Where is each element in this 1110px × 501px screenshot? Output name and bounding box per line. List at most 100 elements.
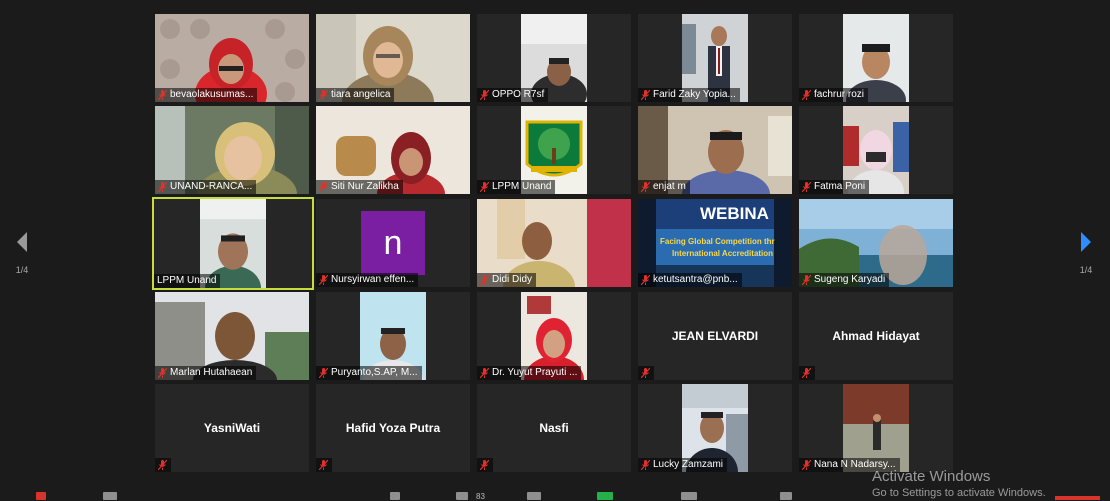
participant-name-bar: Didi Didy: [477, 273, 537, 287]
participant-tile[interactable]: bevaolakusumas...: [155, 14, 309, 102]
participant-name-bar: [799, 366, 815, 380]
unmute-icon[interactable]: [36, 492, 46, 500]
participant-tile[interactable]: enjat m: [638, 106, 792, 194]
participant-name: Marlan Hutahaean: [170, 367, 253, 378]
muted-mic-icon: [158, 368, 167, 378]
video-icon[interactable]: [103, 492, 117, 500]
watermark-title: Activate Windows: [872, 468, 991, 485]
participant-name-center: Hafid Yoza Putra: [345, 421, 441, 435]
participant-name: LPPM Unand: [157, 275, 217, 286]
participant-name: Dr. Yuyut Prayuti ...: [492, 367, 578, 378]
participant-tile[interactable]: Didi Didy: [477, 199, 631, 287]
slide-title: WEBINA: [700, 204, 769, 223]
participant-name: Nursyirwan effen...: [331, 274, 415, 285]
participant-name-bar: [477, 458, 493, 472]
participant-tile[interactable]: Sugeng Karyadi: [799, 199, 953, 287]
chevron-left-icon: [17, 232, 27, 252]
participant-tile[interactable]: WEBINA Facing Global Competition thr Int…: [638, 199, 792, 287]
muted-mic-icon: [319, 275, 328, 285]
participant-tile[interactable]: Ahmad Hidayat: [799, 292, 953, 380]
participant-name-bar: [316, 458, 332, 472]
reactions-icon[interactable]: [780, 492, 792, 500]
participant-tile[interactable]: Siti Nur Zalikha: [316, 106, 470, 194]
participant-tile[interactable]: Marlan Hutahaean: [155, 292, 309, 380]
share-screen-icon[interactable]: [597, 492, 613, 500]
security-icon[interactable]: [390, 492, 400, 500]
muted-mic-icon: [158, 460, 167, 470]
participant-name: bevaolakusumas...: [170, 89, 254, 100]
page-indicator: 1/4: [15, 265, 29, 275]
participant-tile[interactable]: Nasfi: [477, 384, 631, 472]
participant-name: ketutsantra@pnb...: [653, 274, 738, 285]
muted-mic-icon: [641, 368, 650, 378]
participant-name: Didi Didy: [492, 274, 533, 285]
chevron-right-icon: [1081, 232, 1091, 252]
muted-mic-icon: [480, 90, 489, 100]
participant-tile[interactable]: n Nursyirwan effen...: [316, 199, 470, 287]
participant-name-bar: OPPO R7sf: [477, 88, 549, 102]
page-indicator: 1/4: [1079, 265, 1093, 275]
participant-name-bar: Dr. Yuyut Prayuti ...: [477, 366, 582, 380]
participant-name-bar: Lucky Zamzami: [638, 458, 728, 472]
participant-tile[interactable]: Farid Zaky Yopia...: [638, 14, 792, 102]
participant-name: Fatma Poni: [814, 181, 866, 192]
participant-tile[interactable]: Dr. Yuyut Prayuti ...: [477, 292, 631, 380]
muted-mic-icon: [802, 460, 811, 470]
previous-page-button[interactable]: 1/4: [8, 230, 36, 280]
participant-name: Puryanto,S.AP, M...: [331, 367, 418, 378]
participant-name: Lucky Zamzami: [653, 459, 724, 470]
chat-icon[interactable]: [527, 492, 541, 500]
active-speaker-tile[interactable]: LPPM Unand: [152, 197, 314, 290]
participant-name: Farid Zaky Yopia...: [653, 89, 736, 100]
participant-name-bar: Sugeng Karyadi: [799, 273, 890, 287]
muted-mic-icon: [641, 460, 650, 470]
participant-name-bar: LPPM Unand: [477, 180, 556, 194]
record-icon[interactable]: [681, 492, 697, 500]
participant-tile[interactable]: Nana N Nadarsy...: [799, 384, 953, 472]
participant-name-bar: bevaolakusumas...: [155, 88, 258, 102]
participant-name-bar: Fatma Poni: [799, 180, 870, 194]
participant-name: enjat m: [653, 181, 686, 192]
muted-mic-icon: [319, 182, 328, 192]
participant-name-center: Nasfi: [539, 421, 569, 435]
muted-mic-icon: [158, 90, 167, 100]
participant-tile[interactable]: fachrur rozi: [799, 14, 953, 102]
participant-name: tiara angelica: [331, 89, 391, 100]
participant-tile[interactable]: LPPM Unand: [477, 106, 631, 194]
participant-name-bar: Nursyirwan effen...: [316, 273, 419, 287]
muted-mic-icon: [158, 182, 167, 192]
participant-name-bar: Siti Nur Zalikha: [316, 180, 403, 194]
muted-mic-icon: [802, 90, 811, 100]
muted-mic-icon: [319, 90, 328, 100]
participant-tile[interactable]: JEAN ELVARDI: [638, 292, 792, 380]
participant-name-bar: [638, 366, 654, 380]
participant-name: Sugeng Karyadi: [814, 274, 886, 285]
participant-tile[interactable]: Hafid Yoza Putra: [316, 384, 470, 472]
muted-mic-icon: [480, 460, 489, 470]
muted-mic-icon: [480, 368, 489, 378]
avatar: n: [361, 211, 425, 275]
participant-tile[interactable]: Fatma Poni: [799, 106, 953, 194]
participant-name-center: JEAN ELVARDI: [671, 329, 759, 343]
participant-name: UNAND-RANCA...: [170, 181, 253, 192]
participant-name-bar: UNAND-RANCA...: [155, 180, 257, 194]
end-meeting-button[interactable]: [1055, 496, 1100, 500]
participant-tile[interactable]: OPPO R7sf: [477, 14, 631, 102]
participant-tile[interactable]: YasniWati: [155, 384, 309, 472]
participant-name-bar: Marlan Hutahaean: [155, 366, 257, 380]
meeting-toolbar: 83: [0, 489, 1110, 501]
muted-mic-icon: [641, 182, 650, 192]
participant-tile[interactable]: UNAND-RANCA...: [155, 106, 309, 194]
participant-name: LPPM Unand: [492, 181, 552, 192]
participant-name-bar: ketutsantra@pnb...: [638, 273, 742, 287]
muted-mic-icon: [641, 90, 650, 100]
participant-tile[interactable]: Puryanto,S.AP, M...: [316, 292, 470, 380]
muted-mic-icon: [802, 182, 811, 192]
next-page-button[interactable]: 1/4: [1072, 230, 1100, 280]
muted-mic-icon: [480, 275, 489, 285]
participant-name: fachrur rozi: [814, 89, 865, 100]
participants-icon[interactable]: [456, 492, 468, 500]
slide-line: Facing Global Competition thr: [660, 237, 775, 246]
participant-tile[interactable]: Lucky Zamzami: [638, 384, 792, 472]
participant-tile[interactable]: tiara angelica: [316, 14, 470, 102]
